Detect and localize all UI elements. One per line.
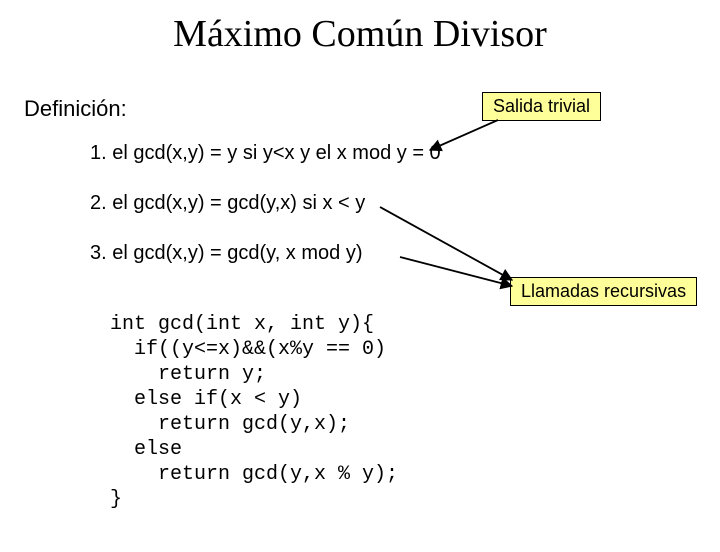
page-title: Máximo Común Divisor — [0, 12, 720, 56]
arrow-rule2-to-recursive — [380, 207, 512, 280]
rule-1: 1. el gcd(x,y) = y si y<x y el x mod y =… — [90, 142, 441, 165]
code-block: int gcd(int x, int y){ if((y<=x)&&(x%y =… — [110, 312, 398, 512]
definition-label: Definición: — [24, 96, 127, 122]
rule-3: 3. el gcd(x,y) = gcd(y, x mod y) — [90, 242, 363, 265]
arrow-rule3-to-recursive — [400, 257, 512, 286]
rule-2: 2. el gcd(x,y) = gcd(y,x) si x < y — [90, 192, 365, 215]
callout-recursive-calls: Llamadas recursivas — [510, 277, 697, 306]
callout-trivial-exit: Salida trivial — [482, 92, 601, 121]
